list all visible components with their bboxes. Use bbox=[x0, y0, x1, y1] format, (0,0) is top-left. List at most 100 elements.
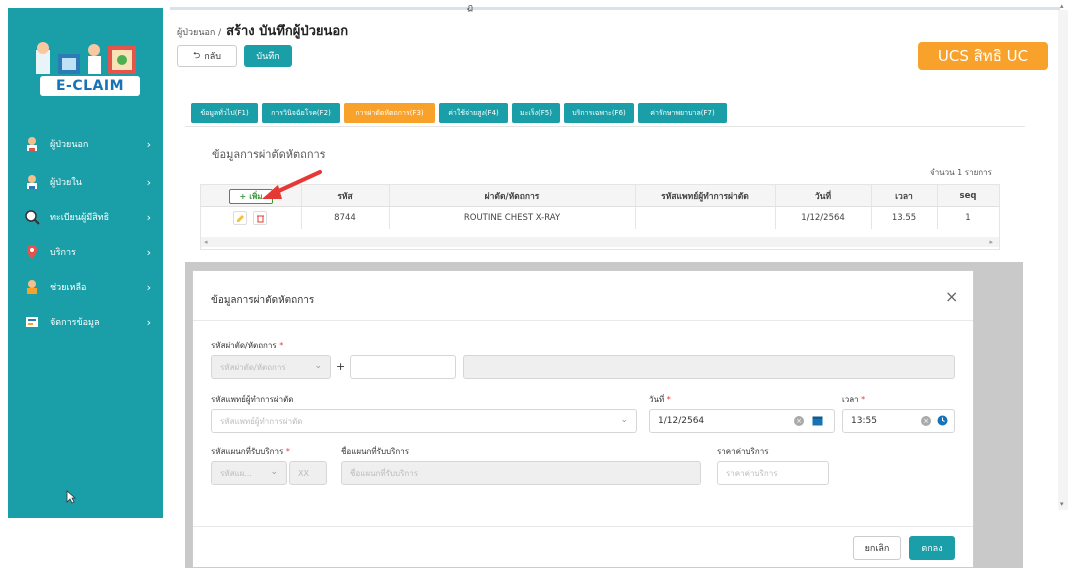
table-cell-code: 8744 bbox=[334, 213, 356, 223]
tab-cancer[interactable]: มะเร็ง(F5) bbox=[512, 103, 560, 123]
table-header-time: เวลา bbox=[871, 185, 937, 207]
chevron-right-icon: › bbox=[146, 245, 151, 259]
back-arrow-icon: ⮌ bbox=[193, 51, 201, 61]
doctor-ipd-icon bbox=[24, 174, 40, 190]
scroll-right-icon[interactable]: ▸ bbox=[989, 238, 993, 246]
sidebar-item-label: ผู้ป่วยนอก bbox=[50, 140, 89, 150]
doctor-code-label: รหัสแพทย์ผู้ทำการผ่าตัด bbox=[211, 395, 294, 404]
delete-icon[interactable] bbox=[253, 211, 267, 225]
sidebar: E-CLAIM ผู้ป่วยนอก › ผู้ป่วยใน › ทะเบียน… bbox=[8, 8, 163, 518]
table-header-date: วันที่ bbox=[775, 185, 871, 207]
modal-footer-divider bbox=[193, 526, 973, 527]
column-divider bbox=[937, 185, 938, 229]
sidebar-item-service[interactable]: บริการ › bbox=[8, 241, 163, 263]
clock-icon[interactable] bbox=[937, 415, 948, 429]
doctor-opd-icon bbox=[24, 136, 40, 152]
table-cell-date: 1/12/2564 bbox=[801, 213, 845, 223]
top-mark: ฏ bbox=[467, 3, 474, 13]
column-divider bbox=[635, 185, 636, 229]
price-input[interactable]: ราคาค่าบริการ bbox=[717, 461, 829, 485]
sidebar-item-ipd[interactable]: ผู้ป่วยใน › bbox=[8, 171, 163, 193]
calendar-icon[interactable] bbox=[812, 415, 823, 429]
procedure-modal: ข้อมูลการผ่าตัดหัตถการ × รหัสผ่าตัด/หัตถ… bbox=[192, 270, 974, 568]
procedure-code-select[interactable]: รหัสผ่าตัด/หัตถการ ⌄ bbox=[211, 355, 331, 379]
tab-high-cost[interactable]: ค่าใช้จ่ายสูง(F4) bbox=[439, 103, 508, 123]
time-value: 13:55 bbox=[851, 416, 877, 426]
plus-icon: + bbox=[239, 192, 247, 201]
breadcrumb: ผู้ป่วยนอก / สร้าง บันทึกผู้ป่วยนอก bbox=[177, 20, 348, 41]
chevron-down-icon: ⌄ bbox=[270, 467, 278, 477]
dept-code-select[interactable]: รหัสแผ... ⌄ bbox=[211, 461, 287, 485]
scroll-down-icon[interactable]: ▾ bbox=[1060, 500, 1064, 508]
tab-special-service[interactable]: บริการเฉพาะ(F6) bbox=[564, 103, 634, 123]
table-header-doctor: รหัสแพทย์ผู้ทำการผ่าตัด bbox=[635, 185, 775, 207]
sidebar-item-registry[interactable]: ทะเบียนผู้มีสิทธิ › bbox=[8, 206, 163, 228]
red-arrow-annotation-icon bbox=[262, 170, 322, 199]
date-label: วันที่ * bbox=[649, 395, 671, 404]
modal-title: ข้อมูลการผ่าตัดหัตถการ bbox=[211, 295, 315, 306]
procedure-code-label: รหัสผ่าตัด/หัตถการ * bbox=[211, 341, 284, 350]
doctor-code-select[interactable]: รหัสแพทย์ผู้ทำการผ่าตัด ⌄ bbox=[211, 409, 637, 433]
tab-bar: ข้อมูลทั่วไป(F1) การวินิจฉัยโรค(F2) การผ… bbox=[185, 97, 1025, 127]
rights-badge: UCS สิทธิ UC bbox=[918, 42, 1048, 70]
price-placeholder: ราคาค่าบริการ bbox=[726, 468, 778, 478]
sidebar-item-help[interactable]: ช่วยเหลือ › bbox=[8, 276, 163, 298]
modal-divider bbox=[193, 320, 973, 321]
scroll-up-icon[interactable]: ▴ bbox=[1060, 2, 1064, 10]
save-button[interactable]: บันทึก bbox=[244, 45, 292, 67]
chevron-right-icon: › bbox=[146, 175, 151, 189]
confirm-button[interactable]: ตกลง bbox=[909, 536, 955, 560]
date-field[interactable]: 1/12/2564 × bbox=[649, 409, 835, 433]
doctor-code-placeholder: รหัสแพทย์ผู้ทำการผ่าตัด bbox=[220, 416, 303, 426]
column-divider bbox=[871, 185, 872, 229]
procedure-name-field bbox=[463, 355, 955, 379]
tab-general[interactable]: ข้อมูลทั่วไป(F1) bbox=[191, 103, 258, 123]
breadcrumb-parent[interactable]: ผู้ป่วยนอก / bbox=[177, 28, 221, 38]
table-scrollbar[interactable]: ◂ ▸ bbox=[201, 237, 999, 247]
cancel-button[interactable]: ยกเลิก bbox=[853, 536, 901, 560]
logo-text: E-CLAIM bbox=[40, 76, 140, 96]
sidebar-item-opd[interactable]: ผู้ป่วยนอก › bbox=[8, 133, 163, 155]
tab-procedure[interactable]: การผ่าตัดหัตถการ(F3) bbox=[344, 103, 435, 123]
chevron-down-icon: ⌄ bbox=[620, 415, 628, 425]
dept-code-suffix: XX bbox=[289, 461, 327, 485]
tab-diagnosis[interactable]: การวินิจฉัยโรค(F2) bbox=[262, 103, 340, 123]
chevron-right-icon: › bbox=[146, 315, 151, 329]
scroll-left-icon[interactable]: ◂ bbox=[204, 238, 208, 246]
table-cell-doctor bbox=[635, 207, 775, 229]
table-cell-time: 13.55 bbox=[891, 213, 917, 223]
clear-icon[interactable]: × bbox=[921, 416, 931, 426]
location-pin-icon bbox=[24, 244, 40, 260]
chevron-right-icon: › bbox=[146, 137, 151, 151]
record-count: จำนวน 1 รายการ bbox=[930, 168, 992, 177]
dept-name-placeholder: ชื่อแผนกที่รับบริการ bbox=[350, 468, 419, 478]
table-cell-seq: 1 bbox=[965, 213, 971, 223]
sidebar-item-data[interactable]: จัดการข้อมูล › bbox=[8, 311, 163, 333]
sidebar-item-label: ทะเบียนผู้มีสิทธิ bbox=[50, 213, 110, 223]
logo-illustration-icon bbox=[36, 42, 136, 74]
page-scrollbar[interactable] bbox=[1058, 10, 1068, 510]
helper-person-icon bbox=[24, 279, 40, 295]
tab-treatment-cost[interactable]: ค่ารักษาพยาบาล(F7) bbox=[638, 103, 727, 123]
time-field[interactable]: 13:55 × bbox=[842, 409, 955, 433]
dept-name-label: ชื่อแผนกที่รับบริการ bbox=[341, 447, 410, 456]
time-label: เวลา * bbox=[842, 395, 866, 404]
column-divider bbox=[389, 185, 390, 229]
sidebar-item-label: บริการ bbox=[50, 248, 76, 258]
close-icon[interactable]: × bbox=[945, 287, 958, 306]
back-button[interactable]: ⮌ กลับ bbox=[177, 45, 237, 67]
section-title: ข้อมูลการผ่าตัดหัตถการ bbox=[212, 148, 326, 161]
table-cell-procedure: ROUTINE CHEST X-RAY bbox=[463, 213, 561, 223]
back-button-label: กลับ bbox=[204, 52, 221, 62]
column-divider bbox=[775, 185, 776, 229]
top-divider bbox=[170, 7, 1060, 10]
search-doc-icon bbox=[24, 209, 40, 225]
edit-icon[interactable] bbox=[233, 211, 247, 225]
plus-separator: + bbox=[336, 360, 346, 373]
chevron-right-icon: › bbox=[146, 210, 151, 224]
chevron-down-icon: ⌄ bbox=[314, 361, 322, 371]
clear-icon[interactable]: × bbox=[794, 416, 804, 426]
chevron-right-icon: › bbox=[146, 280, 151, 294]
procedure-code-input[interactable] bbox=[350, 355, 456, 379]
data-manage-icon bbox=[24, 314, 40, 330]
